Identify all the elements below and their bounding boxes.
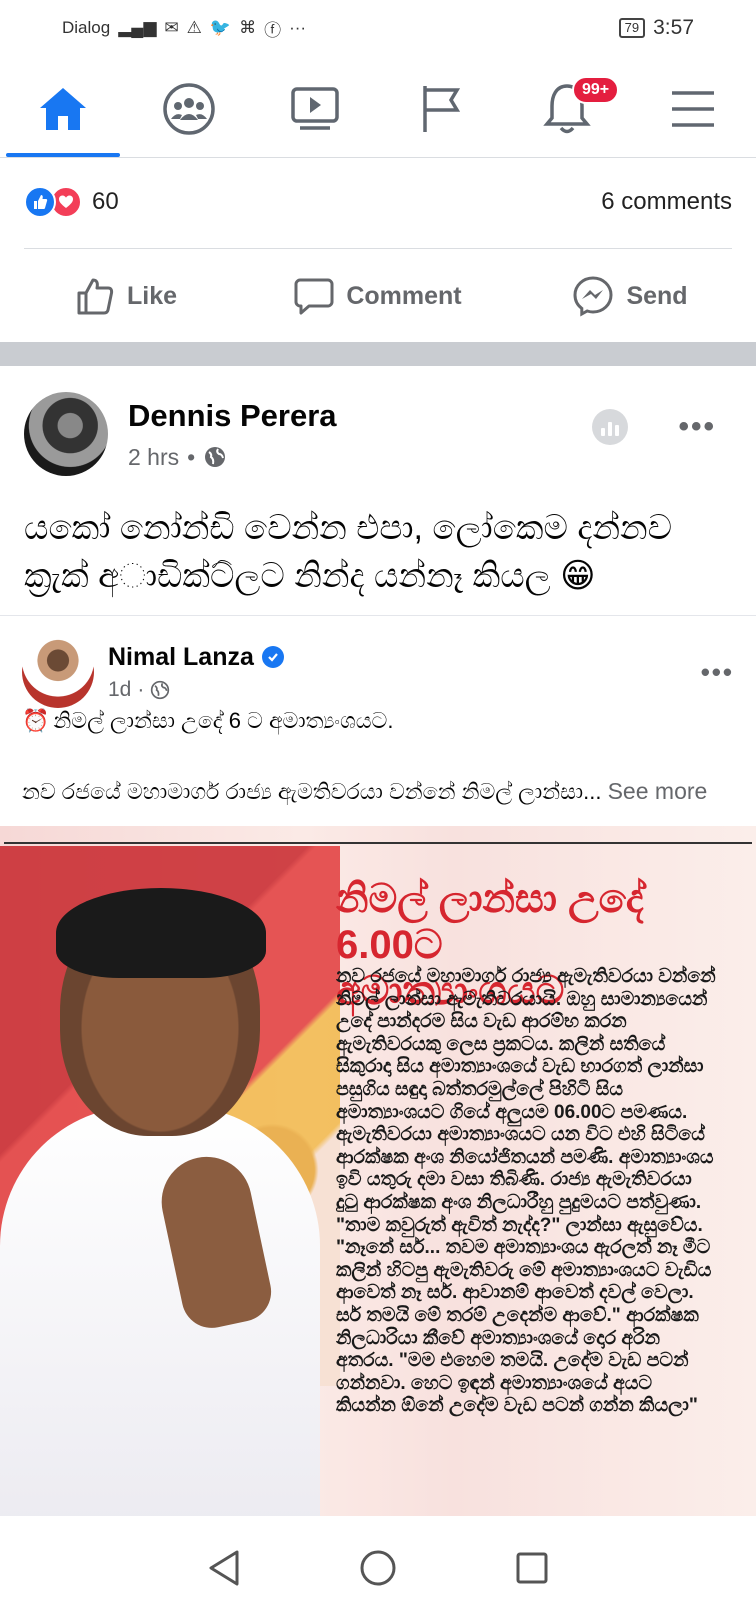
home-icon	[40, 87, 86, 130]
send-label: Send	[626, 281, 688, 310]
reaction-count[interactable]: 60	[92, 188, 119, 216]
news-body-text: නව රජයේ මහාමාර්ග රාජ්‍ය ඇමැතිවරයා වන්නේ …	[336, 966, 716, 1417]
post-subtitle: 2 hrs •	[128, 444, 337, 471]
divider	[24, 248, 732, 249]
author-avatar[interactable]	[24, 392, 108, 476]
send-button[interactable]: Send	[504, 275, 756, 317]
post-time[interactable]: 2 hrs	[128, 444, 179, 471]
status-right: 79 3:57	[618, 16, 694, 40]
post-text-line-2: ක්‍රැක් අාඩික්ට්ලට නින්ද යන්නෑ කියල 😁	[24, 552, 732, 600]
nav-watch[interactable]	[252, 60, 378, 157]
facebook-icon: ⓕ	[264, 20, 282, 40]
news-headline-line-1: නිමල් ලාන්සා උදේ 6.00ට	[336, 877, 644, 967]
clock: 3:57	[653, 16, 694, 39]
comment-button[interactable]: Comment	[252, 276, 504, 316]
comment-icon	[294, 278, 334, 315]
shared-author-avatar[interactable]	[22, 636, 94, 708]
groups-icon	[163, 82, 215, 135]
status-bar: Dialog ▂▄▆ ✉ ⚠ 🐦 ⌘ ⓕ ··· 79 3:57	[0, 0, 756, 56]
clipping-border	[4, 842, 752, 844]
twitter-icon: 🐦	[209, 18, 232, 37]
person-photo	[0, 888, 320, 1516]
post-meta: Dennis Perera 2 hrs •	[128, 398, 337, 471]
verified-badge-icon	[261, 646, 284, 668]
shared-more-button[interactable]: •••	[701, 657, 734, 688]
back-icon	[209, 1550, 239, 1586]
back-button[interactable]	[207, 1549, 241, 1587]
separator-dot: •	[187, 443, 196, 470]
post-text-line-1: යකෝ නෝන්ඩි වෙන්න එපා, ලෝකෙම දන්නව	[24, 509, 673, 547]
mail-icon: ✉	[164, 18, 179, 37]
alarm-clock-icon: ⏰	[22, 708, 50, 733]
messenger-icon	[573, 276, 613, 317]
post-more-button[interactable]: •••	[678, 410, 716, 444]
shared-text-line-1: ⏰ නිමල් ලාන්සා උදේ 6 ට අමාත්‍යංශයට.	[22, 708, 734, 734]
nav-notifications[interactable]: 99+	[504, 60, 630, 157]
reaction-icons[interactable]	[24, 186, 82, 218]
signal-icon: ▂▄▆	[118, 18, 157, 37]
top-nav: 99+	[0, 60, 756, 158]
person-hair	[56, 888, 266, 978]
person-shirt	[0, 1106, 320, 1516]
recents-button[interactable]	[515, 1551, 549, 1585]
warning-icon: ⚠	[186, 18, 202, 37]
nav-menu[interactable]	[630, 60, 756, 157]
shared-time[interactable]: 1d	[108, 678, 131, 702]
recents-icon	[516, 1552, 548, 1584]
globe-icon	[151, 680, 170, 699]
home-button[interactable]	[359, 1549, 397, 1587]
more-icon: ···	[289, 18, 307, 37]
menu-icon	[672, 90, 714, 127]
post-text: යකෝ නෝන්ඩි වෙන්න එපා, ලෝකෙම දන්නව ක්‍රැක…	[24, 504, 732, 600]
status-left: Dialog ▂▄▆ ✉ ⚠ 🐦 ⌘ ⓕ ···	[62, 16, 306, 41]
notifications-badge: 99+	[572, 76, 620, 104]
shared-author-name[interactable]: Nimal Lanza	[108, 643, 284, 672]
shared-text-line-2-body: නව රජයේ මහාමාර්ග රාජ්‍ය ඇමතිවරයා වන්නේ න…	[22, 779, 602, 804]
action-bar: Like Comment Send	[0, 260, 756, 332]
thumbs-up-icon	[77, 278, 114, 315]
nav-home[interactable]	[0, 60, 126, 157]
nav-pages[interactable]	[378, 60, 504, 157]
shared-subtitle: 1d ·	[108, 678, 284, 702]
author-name[interactable]: Dennis Perera	[128, 398, 337, 434]
home-circle-icon	[360, 1550, 396, 1586]
shared-text-line-1-body: නිමල් ලාන්සා උදේ 6 ට අමාත්‍යංශයට.	[53, 708, 394, 733]
shared-post-card[interactable]: Nimal Lanza 1d · ••• ⏰ නිමල් ලාන්සා උදේ …	[0, 615, 756, 1516]
nav-groups[interactable]	[126, 60, 252, 157]
feed-separator	[0, 342, 756, 366]
app-icon: ⌘	[239, 18, 257, 37]
like-reaction-icon	[24, 186, 56, 218]
globe-icon	[205, 447, 226, 467]
watch-icon	[291, 86, 339, 130]
pages-icon	[423, 85, 461, 132]
reactions-row: 60 6 comments	[24, 180, 732, 224]
comments-count[interactable]: 6 comments	[601, 188, 732, 216]
shared-header: Nimal Lanza 1d · •••	[22, 636, 734, 708]
battery-icon: 79	[618, 18, 646, 38]
news-clipping-image[interactable]: නිමල් ලාන්සා උදේ 6.00ට අමාත්‍යාංශයට නව ර…	[0, 826, 756, 1516]
post-text-line-2-body: ක්‍රැක් අාඩික්ට්ලට නින්ද යන්නෑ කියල	[24, 557, 551, 595]
like-label: Like	[126, 281, 178, 310]
post-header-actions: •••	[592, 409, 716, 445]
shared-author-label: Nimal Lanza	[108, 642, 254, 671]
comment-label: Comment	[346, 281, 462, 310]
grin-emoji: 😁	[560, 557, 596, 595]
see-more-link[interactable]: See more	[608, 778, 708, 804]
insights-icon[interactable]	[592, 409, 629, 445]
carrier-label: Dialog	[62, 18, 111, 37]
post-header: Dennis Perera 2 hrs • •••	[24, 392, 732, 476]
shared-text-line-2: නව රජයේ මහාමාර්ග රාජ්‍ය ඇමතිවරයා වන්නේ න…	[22, 778, 734, 805]
shared-separator: ·	[137, 677, 145, 701]
like-button[interactable]: Like	[0, 276, 252, 316]
shared-meta: Nimal Lanza 1d ·	[108, 643, 284, 702]
android-nav-bar	[0, 1518, 756, 1618]
